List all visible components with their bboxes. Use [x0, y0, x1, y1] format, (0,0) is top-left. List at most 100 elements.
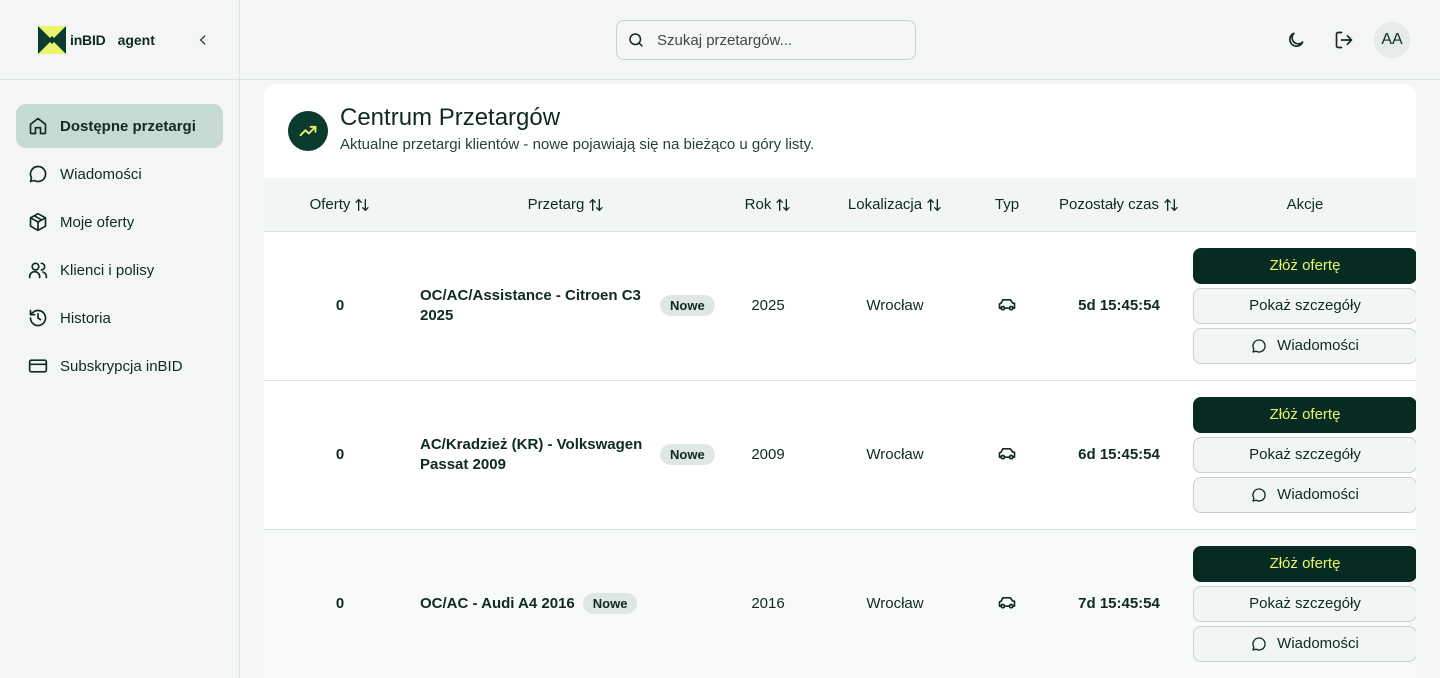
time-left-cell: 6d 15:45:54 [1078, 446, 1160, 463]
column-header-time-left[interactable]: Pozostały czas [1044, 178, 1194, 231]
messages-button-label: Wiadomości [1277, 486, 1359, 503]
top-bar: AA [240, 0, 1440, 80]
submit-offer-button[interactable]: Złóż ofertę [1193, 247, 1416, 284]
sidebar-item-my-offers[interactable]: Moje oferty [16, 200, 223, 244]
chat-bubble-icon [1252, 636, 1266, 651]
sort-icon [355, 198, 370, 212]
table-header-row: Oferty Przetarg Rok Lokalizacja Typ Pozo… [264, 178, 1416, 231]
tenders-card: Centrum Przetargów Aktualne przetargi kl… [264, 84, 1416, 678]
credit-card-icon [28, 356, 48, 376]
offers-count: 0 [335, 595, 345, 612]
year-cell: 2016 [751, 595, 785, 612]
time-left-cell: 5d 15:45:54 [1078, 297, 1160, 314]
tender-name: AC/Kradzież (KR) - Volkswagen Passat 200… [420, 435, 643, 473]
chevron-left-icon [199, 34, 206, 45]
column-header-actions: Akcje [1194, 178, 1416, 231]
time-left-cell: 7d 15:45:54 [1078, 595, 1160, 612]
column-header-year[interactable]: Rok [716, 178, 820, 231]
home-icon [28, 116, 48, 136]
offers-count: 0 [335, 446, 345, 463]
brand-header: inBID agent [0, 0, 239, 80]
sidebar-item-label: Dostępne przetargi [60, 117, 196, 135]
column-label: Pozostały czas [1058, 195, 1160, 213]
sidebar: inBID agent Dostępne przetargi Wiadomośc… [0, 0, 240, 678]
column-label: Akcje [1286, 195, 1324, 213]
messages-button[interactable]: Wiadomości [1193, 625, 1416, 662]
show-details-button[interactable]: Pokaż szczegóły [1193, 585, 1416, 622]
page-subtitle: Aktualne przetargi klientów - nowe pojaw… [340, 135, 815, 153]
sort-icon [589, 198, 604, 212]
sort-icon [927, 198, 941, 212]
location-cell: Wrocław [866, 297, 924, 314]
history-icon [28, 308, 48, 328]
chat-bubble-icon [28, 164, 48, 184]
column-label: Rok [744, 195, 772, 213]
chat-bubble-icon [1252, 338, 1266, 353]
trending-up-icon [288, 111, 328, 151]
table-row: 0 OC/AC/Assistance - Citroen C3 2025 Now… [264, 231, 1416, 380]
sidebar-item-label: Historia [60, 309, 111, 327]
sort-icon [1164, 198, 1178, 212]
sidebar-item-label: Subskrypcja inBID [60, 357, 183, 375]
logout-icon [1335, 31, 1353, 49]
search-box[interactable] [616, 20, 916, 60]
users-icon [28, 260, 48, 280]
sidebar-item-available-tenders[interactable]: Dostępne przetargi [16, 104, 223, 148]
tenders-table: Oferty Przetarg Rok Lokalizacja Typ Pozo… [264, 178, 1416, 678]
tender-name: OC/AC - Audi A4 2016 [420, 594, 575, 612]
search-icon [629, 33, 643, 47]
column-label: Typ [994, 195, 1020, 213]
column-header-type: Typ [970, 178, 1044, 231]
table-row: 0 OC/AC - Audi A4 2016 Nowe 2016 Wrocław… [264, 529, 1416, 678]
role-label: agent [117, 31, 155, 48]
logout-button[interactable] [1332, 28, 1356, 52]
status-badge: Nowe [660, 295, 715, 316]
messages-button-label: Wiadomości [1277, 337, 1359, 354]
sidebar-item-clients-policies[interactable]: Klienci i polisy [16, 248, 223, 292]
column-header-offers[interactable]: Oferty [264, 178, 416, 231]
offers-count: 0 [335, 297, 345, 314]
card-header: Centrum Przetargów Aktualne przetargi kl… [264, 84, 1416, 178]
column-header-location[interactable]: Lokalizacja [820, 178, 970, 231]
column-header-tender[interactable]: Przetarg [416, 178, 716, 231]
inbid-logo-icon [38, 25, 66, 54]
column-label: Lokalizacja [847, 195, 923, 213]
status-badge: Nowe [660, 444, 715, 465]
messages-button-label: Wiadomości [1277, 635, 1359, 652]
inbid-logo[interactable]: inBID [38, 25, 106, 54]
messages-button[interactable]: Wiadomości [1193, 476, 1416, 513]
location-cell: Wrocław [866, 595, 924, 612]
logo-text: inBID [70, 31, 106, 48]
car-icon [998, 447, 1016, 460]
show-details-button[interactable]: Pokaż szczegóły [1193, 287, 1416, 324]
collapse-sidebar-button[interactable] [193, 30, 213, 50]
sort-icon [776, 198, 791, 212]
sidebar-item-history[interactable]: Historia [16, 296, 223, 340]
sidebar-item-subscription[interactable]: Subskrypcja inBID [16, 344, 223, 388]
search-input[interactable] [657, 31, 897, 49]
sidebar-item-label: Moje oferty [60, 213, 135, 231]
car-icon [998, 596, 1016, 609]
theme-toggle-button[interactable] [1284, 28, 1308, 52]
submit-offer-button[interactable]: Złóż ofertę [1193, 396, 1416, 433]
messages-button[interactable]: Wiadomości [1193, 327, 1416, 364]
avatar[interactable]: AA [1374, 22, 1410, 58]
tender-name: OC/AC/Assistance - Citroen C3 2025 [420, 286, 641, 324]
year-cell: 2025 [751, 297, 785, 314]
sidebar-item-label: Klienci i polisy [60, 261, 155, 279]
sidebar-item-messages[interactable]: Wiadomości [16, 152, 223, 196]
column-label: Przetarg [527, 195, 585, 213]
table-row: 0 AC/Kradzież (KR) - Volkswagen Passat 2… [264, 380, 1416, 529]
show-details-button[interactable]: Pokaż szczegóły [1193, 436, 1416, 473]
status-badge: Nowe [582, 593, 638, 614]
year-cell: 2009 [751, 446, 785, 463]
page-title: Centrum Przetargów [340, 103, 561, 131]
package-icon [28, 212, 48, 232]
sidebar-nav: Dostępne przetargi Wiadomości Moje ofert… [0, 80, 239, 412]
moon-icon [1289, 32, 1304, 47]
chat-bubble-icon [1252, 487, 1266, 502]
column-label: Oferty [309, 195, 351, 213]
car-icon [998, 298, 1016, 311]
submit-offer-button[interactable]: Złóż ofertę [1193, 545, 1416, 582]
location-cell: Wrocław [866, 446, 924, 463]
